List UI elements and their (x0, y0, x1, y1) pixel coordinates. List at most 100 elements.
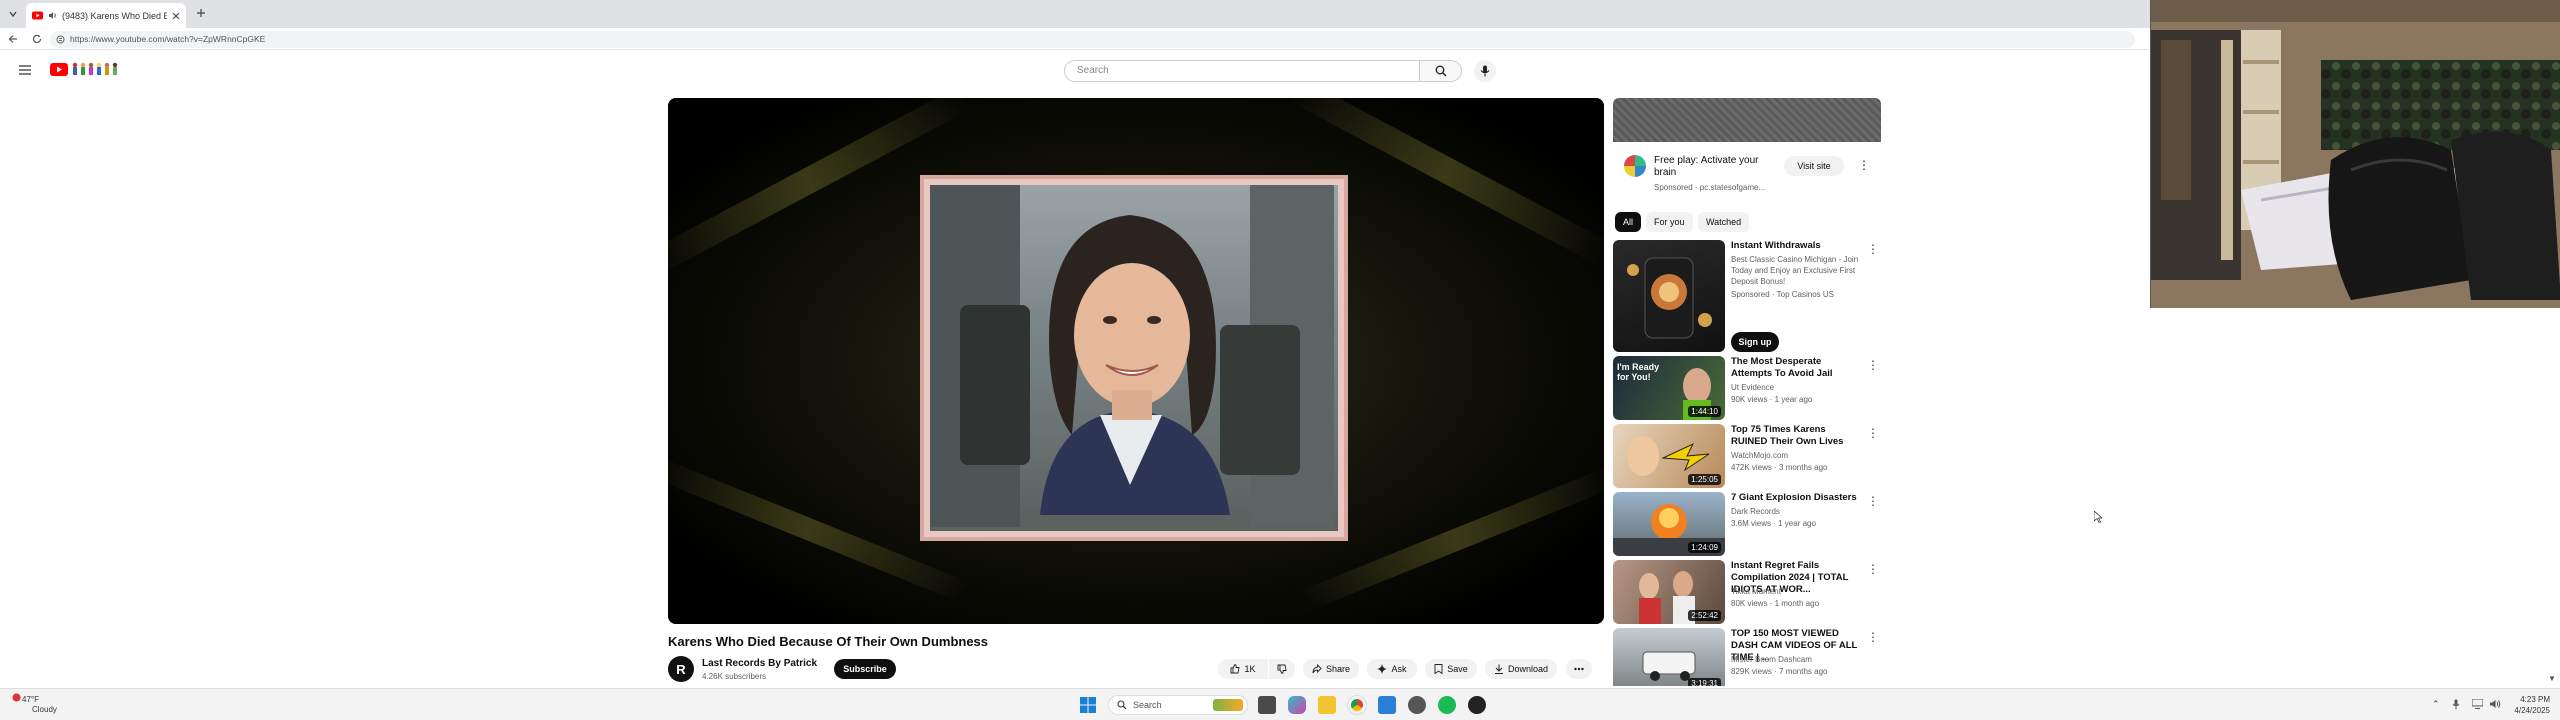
voice-search-button[interactable] (1474, 60, 1496, 82)
youtube-logo[interactable] (50, 62, 121, 76)
rec-more-icon[interactable]: ⋮ (1867, 494, 1879, 508)
video-thumbnail[interactable]: I'm Ready for You! 1:44:10 (1613, 356, 1725, 420)
rec-channel[interactable]: Ut Evidence (1731, 383, 1774, 392)
video-thumbnail[interactable]: 1:24:09 (1613, 492, 1725, 556)
clock-date: 4/24/2025 (2514, 706, 2550, 715)
ask-label: Ask (1391, 664, 1407, 674)
address-bar-row: https://www.youtube.com/watch?v=ZpWRnnCp… (0, 28, 2150, 50)
rec-more-icon[interactable]: ⋮ (1867, 630, 1879, 644)
sign-up-button[interactable]: Sign up (1731, 332, 1779, 352)
volume-icon[interactable] (2490, 699, 2501, 709)
search-icon (1435, 65, 1447, 77)
store-icon[interactable] (1378, 696, 1396, 714)
new-tab-icon[interactable] (196, 8, 206, 18)
mouse-cursor-icon (2093, 510, 2103, 528)
settings-icon[interactable] (1408, 696, 1426, 714)
hamburger-menu-icon[interactable] (19, 65, 31, 75)
windows-start-icon[interactable] (1080, 697, 1096, 713)
back-arrow-icon[interactable] (8, 34, 18, 44)
spotify-icon[interactable] (1438, 696, 1456, 714)
app-icon[interactable] (1468, 696, 1486, 714)
sparkle-icon (1377, 664, 1388, 674)
channel-name[interactable]: Last Records By Patrick (702, 658, 817, 669)
tray-chevron-icon[interactable]: ⌃ (2432, 699, 2440, 710)
duration-badge: 2:52:42 (1688, 610, 1721, 621)
chrome-icon[interactable] (1347, 695, 1367, 715)
ask-button[interactable]: Ask (1367, 659, 1417, 679)
rec-channel[interactable]: Dark Records (1731, 507, 1780, 516)
rec-channel[interactable]: Tikka Moment (1731, 587, 1781, 596)
taskbar-clock[interactable]: 4:23 PM 4/24/2025 (2514, 694, 2550, 716)
list-item[interactable]: 2:52:42 Instant Regret Fails Compilation… (1613, 560, 1881, 624)
tab-list-chevron-icon[interactable] (8, 9, 18, 19)
list-item[interactable]: 1:25:05 Top 75 Times Karens RUINED Their… (1613, 424, 1881, 488)
rec-channel[interactable]: Mister Boom Dashcam (1731, 655, 1812, 664)
chip-watched[interactable]: Watched (1698, 212, 1750, 232)
ad-more-options-icon[interactable]: ⋮ (1858, 158, 1870, 172)
task-view-icon[interactable] (1258, 696, 1276, 714)
rec-channel[interactable]: WatchMojo.com (1731, 451, 1788, 460)
more-horizontal-icon (1574, 667, 1584, 671)
chip-for-you[interactable]: For you (1646, 212, 1693, 232)
ad-banner-image[interactable] (1613, 98, 1881, 142)
copilot-icon[interactable] (1288, 696, 1306, 714)
close-tab-icon[interactable] (172, 12, 180, 20)
rec-title[interactable]: 7 Giant Explosion Disasters (1731, 492, 1861, 504)
share-button[interactable]: Share (1303, 659, 1359, 679)
audio-playing-icon[interactable] (48, 11, 57, 20)
list-item[interactable]: 1:24:09 7 Giant Explosion Disasters Dark… (1613, 492, 1881, 556)
duration-badge: 1:44:10 (1688, 406, 1721, 417)
share-arrow-icon (1312, 664, 1322, 674)
rec-meta: 3.6M views · 1 year ago (1731, 519, 1816, 528)
clock-time: 4:23 PM (2520, 695, 2550, 704)
ad-headline[interactable]: Free play: Activate your brain (1654, 155, 1774, 179)
weather-widget[interactable]: 47°F Cloudy (12, 693, 57, 715)
dislike-button[interactable] (1269, 659, 1295, 679)
rec-more-icon[interactable]: ⋮ (1867, 242, 1879, 256)
list-item[interactable]: I'm Ready for You! 1:44:10 The Most Desp… (1613, 356, 1881, 420)
channel-avatar[interactable]: R (668, 656, 694, 682)
rec-title[interactable]: Instant Withdrawals (1731, 240, 1861, 252)
reload-icon[interactable] (32, 34, 42, 44)
scrollbar-down-arrow[interactable]: ▼ (2548, 674, 2556, 683)
rec-sponsor: Sponsored · Top Casinos US (1731, 290, 1835, 299)
browser-tab-active[interactable]: (9483) Karens Who Died Becau... (26, 3, 186, 28)
search-button[interactable] (1420, 60, 1462, 82)
taskbar-search[interactable]: Search (1108, 695, 1248, 715)
video-player[interactable] (668, 98, 1604, 624)
microphone-tray-icon[interactable] (2452, 699, 2460, 710)
site-info-icon[interactable] (56, 35, 65, 44)
subscribe-button[interactable]: Subscribe (834, 659, 896, 679)
video-photo-frame (920, 175, 1348, 541)
share-label: Share (1325, 664, 1351, 674)
weather-temp: 47°F (22, 695, 39, 704)
download-button[interactable]: Download (1485, 659, 1557, 679)
video-thumbnail[interactable]: 2:52:42 (1613, 560, 1725, 624)
chip-all[interactable]: All (1615, 212, 1642, 232)
url-input[interactable]: https://www.youtube.com/watch?v=ZpWRnnCp… (50, 31, 2135, 48)
duration-badge: 1:25:05 (1688, 474, 1721, 485)
rec-title[interactable]: The Most Desperate Attempts To Avoid Jai… (1731, 356, 1861, 380)
visit-site-button[interactable]: Visit site (1784, 156, 1844, 176)
tab-title: (9483) Karens Who Died Becau... (62, 10, 167, 21)
save-button[interactable]: Save (1425, 659, 1477, 679)
taskbar-search-label: Search (1133, 700, 1162, 710)
rec-more-icon[interactable]: ⋮ (1867, 426, 1879, 440)
rec-more-icon[interactable]: ⋮ (1867, 358, 1879, 372)
sponsored-thumbnail[interactable] (1613, 240, 1725, 352)
list-item[interactable]: 3:19:31 TOP 150 MOST VIEWED DASH CAM VID… (1613, 628, 1881, 686)
file-explorer-icon[interactable] (1318, 696, 1336, 714)
rec-title[interactable]: Top 75 Times Karens RUINED Their Own Liv… (1731, 424, 1861, 448)
like-button[interactable]: 1K (1218, 659, 1268, 679)
rec-meta: 829K views · 7 months ago (1731, 667, 1828, 676)
network-icon[interactable] (2472, 699, 2483, 709)
weather-cloud-icon (12, 693, 21, 702)
more-actions-button[interactable] (1566, 659, 1592, 679)
search-input[interactable]: Search (1064, 60, 1420, 82)
video-thumbnail[interactable]: 1:25:05 (1613, 424, 1725, 488)
list-item[interactable]: Instant Withdrawals Best Classic Casino … (1613, 240, 1881, 352)
rec-more-icon[interactable]: ⋮ (1867, 562, 1879, 576)
video-thumbnail[interactable]: 3:19:31 (1613, 628, 1725, 686)
windows-taskbar: 47°F Cloudy Search ⌃ 4:23 PM 4/24/2025 (0, 688, 2560, 720)
save-label: Save (1447, 664, 1468, 674)
